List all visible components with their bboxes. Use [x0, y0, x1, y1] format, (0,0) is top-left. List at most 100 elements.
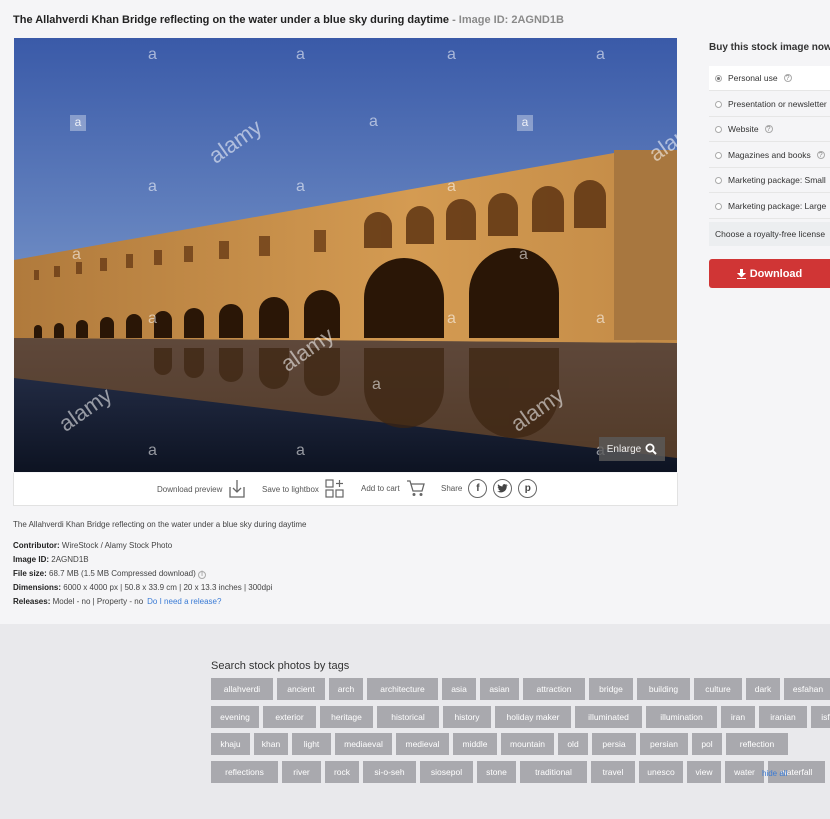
download-preview-label: Download preview [157, 484, 223, 494]
tag-chip[interactable]: esfahan [784, 678, 830, 700]
tag-chip[interactable]: asian [480, 678, 519, 700]
add-to-cart-button[interactable]: Add to cart [361, 479, 426, 497]
hide-all-link[interactable]: hide all [762, 769, 787, 778]
tag-chip[interactable]: khan [254, 733, 288, 755]
tag-chip[interactable]: old [558, 733, 588, 755]
tag-chip[interactable]: travel [591, 761, 635, 783]
radio-button[interactable] [715, 202, 722, 210]
file-size-row: File size: 68.7 MB (1.5 MB Compressed do… [13, 569, 206, 579]
tag-chip[interactable]: holiday maker [495, 706, 571, 728]
tag-chip[interactable]: reflection [726, 733, 788, 755]
tag-chip[interactable]: khaju [211, 733, 250, 755]
tag-chip[interactable]: building [637, 678, 690, 700]
watermark-letter: a [148, 442, 157, 459]
tag-chip[interactable]: view [687, 761, 721, 783]
license-option[interactable]: Presentation or newsletter [709, 92, 830, 117]
releases-value: Model - no | Property - no [52, 597, 144, 606]
bridge-photo-illustration [14, 38, 677, 472]
tag-chip[interactable]: stone [477, 761, 516, 783]
tag-chip[interactable]: light [292, 733, 331, 755]
watermark-letter: a [447, 310, 456, 327]
watermark-letter: a [148, 178, 157, 195]
tag-chip[interactable]: reflections [211, 761, 278, 783]
tag-chip[interactable]: middle [453, 733, 497, 755]
tag-chip[interactable]: persia [592, 733, 636, 755]
save-lightbox-label: Save to lightbox [262, 484, 319, 494]
license-option[interactable]: Personal use? [709, 66, 830, 91]
tag-chip[interactable]: arch [329, 678, 363, 700]
tag-chip[interactable]: persian [640, 733, 688, 755]
radio-button[interactable] [715, 176, 722, 184]
file-size-value: 68.7 MB (1.5 MB Compressed download) [49, 569, 196, 578]
tag-chip[interactable]: illuminated [575, 706, 642, 728]
tag-chip[interactable]: ancient [277, 678, 325, 700]
tag-chip[interactable]: attraction [523, 678, 585, 700]
license-option-label: Presentation or newsletter [728, 99, 827, 109]
enlarge-button[interactable]: Enlarge [599, 437, 665, 461]
license-option-label: Website [728, 124, 759, 134]
tag-chip[interactable]: bridge [589, 678, 633, 700]
page-title: The Allahverdi Khan Bridge reflecting on… [13, 14, 564, 26]
radio-button[interactable] [715, 151, 722, 159]
watermark-letter: a [372, 376, 381, 393]
license-option[interactable]: Marketing package: Large [709, 194, 830, 219]
license-option[interactable]: Website? [709, 117, 830, 142]
tag-chip[interactable]: pol [692, 733, 722, 755]
tag-chip[interactable]: architecture [367, 678, 438, 700]
tag-chip[interactable]: traditional [520, 761, 587, 783]
tag-chip[interactable]: culture [694, 678, 742, 700]
tag-chip[interactable]: river [282, 761, 321, 783]
tag-chip[interactable]: dark [746, 678, 780, 700]
release-help-link[interactable]: Do I need a release? [147, 597, 221, 606]
pinterest-icon[interactable]: p [518, 479, 538, 498]
tag-chip[interactable]: isfahan [811, 706, 830, 728]
tag-chip[interactable]: mediaeval [335, 733, 392, 755]
royalty-free-label: Choose a royalty-free license [715, 229, 826, 239]
contributor-value: WireStock / Alamy Stock Photo [61, 541, 173, 550]
tag-chip[interactable]: iranian [759, 706, 807, 728]
tag-chip[interactable]: illumination [646, 706, 717, 728]
tag-chip[interactable]: allahverdi [211, 678, 273, 700]
facebook-icon[interactable]: f [468, 479, 488, 498]
tag-chip[interactable]: exterior [263, 706, 316, 728]
twitter-icon[interactable] [493, 479, 513, 498]
save-lightbox-button[interactable]: Save to lightbox [262, 479, 345, 499]
radio-button[interactable] [715, 100, 722, 108]
watermark-box: a [70, 115, 86, 131]
watermark-letter: a [447, 178, 456, 195]
license-option[interactable]: Magazines and books? [709, 143, 830, 168]
tag-chip[interactable]: history [443, 706, 491, 728]
watermark-letter: a [296, 442, 305, 459]
license-option[interactable]: Marketing package: Small [709, 168, 830, 193]
tag-chip[interactable]: historical [377, 706, 439, 728]
tag-chip[interactable]: evening [211, 706, 259, 728]
tag-chip[interactable]: medieval [396, 733, 449, 755]
buy-title: Buy this stock image now [709, 42, 830, 53]
stock-photo[interactable]: a a a a a a a a a a a a a a a a a a a al… [14, 38, 677, 472]
watermark-letter: a [148, 310, 157, 327]
watermark-letter: a [148, 46, 157, 63]
watermark-letter: a [596, 46, 605, 63]
download-button[interactable]: Download [709, 259, 830, 288]
radio-button[interactable] [715, 74, 722, 82]
tag-chip[interactable]: iran [721, 706, 755, 728]
file-size-label: File size: [13, 569, 47, 578]
royalty-free-option[interactable]: Choose a royalty-free license [709, 222, 830, 246]
tag-chip[interactable]: siosepol [420, 761, 473, 783]
help-icon[interactable]: ? [783, 74, 792, 82]
info-icon[interactable]: i [198, 570, 206, 579]
tag-chip[interactable]: unesco [639, 761, 683, 783]
download-preview-button[interactable]: Download preview [157, 479, 246, 499]
tag-chip[interactable]: si-o-seh [363, 761, 416, 783]
watermark-letter: a [296, 46, 305, 63]
tag-chip[interactable]: heritage [320, 706, 373, 728]
help-icon[interactable]: ? [816, 151, 825, 159]
tag-chip[interactable]: asia [442, 678, 476, 700]
tag-chip[interactable]: rock [325, 761, 359, 783]
dimensions-value: 6000 x 4000 px | 50.8 x 33.9 cm | 20 x 1… [63, 583, 273, 592]
watermark-letter: a [369, 113, 378, 130]
tag-chip[interactable]: mountain [501, 733, 554, 755]
help-icon[interactable]: ? [764, 125, 773, 133]
tag-chip[interactable]: water [725, 761, 764, 783]
radio-button[interactable] [715, 125, 722, 133]
